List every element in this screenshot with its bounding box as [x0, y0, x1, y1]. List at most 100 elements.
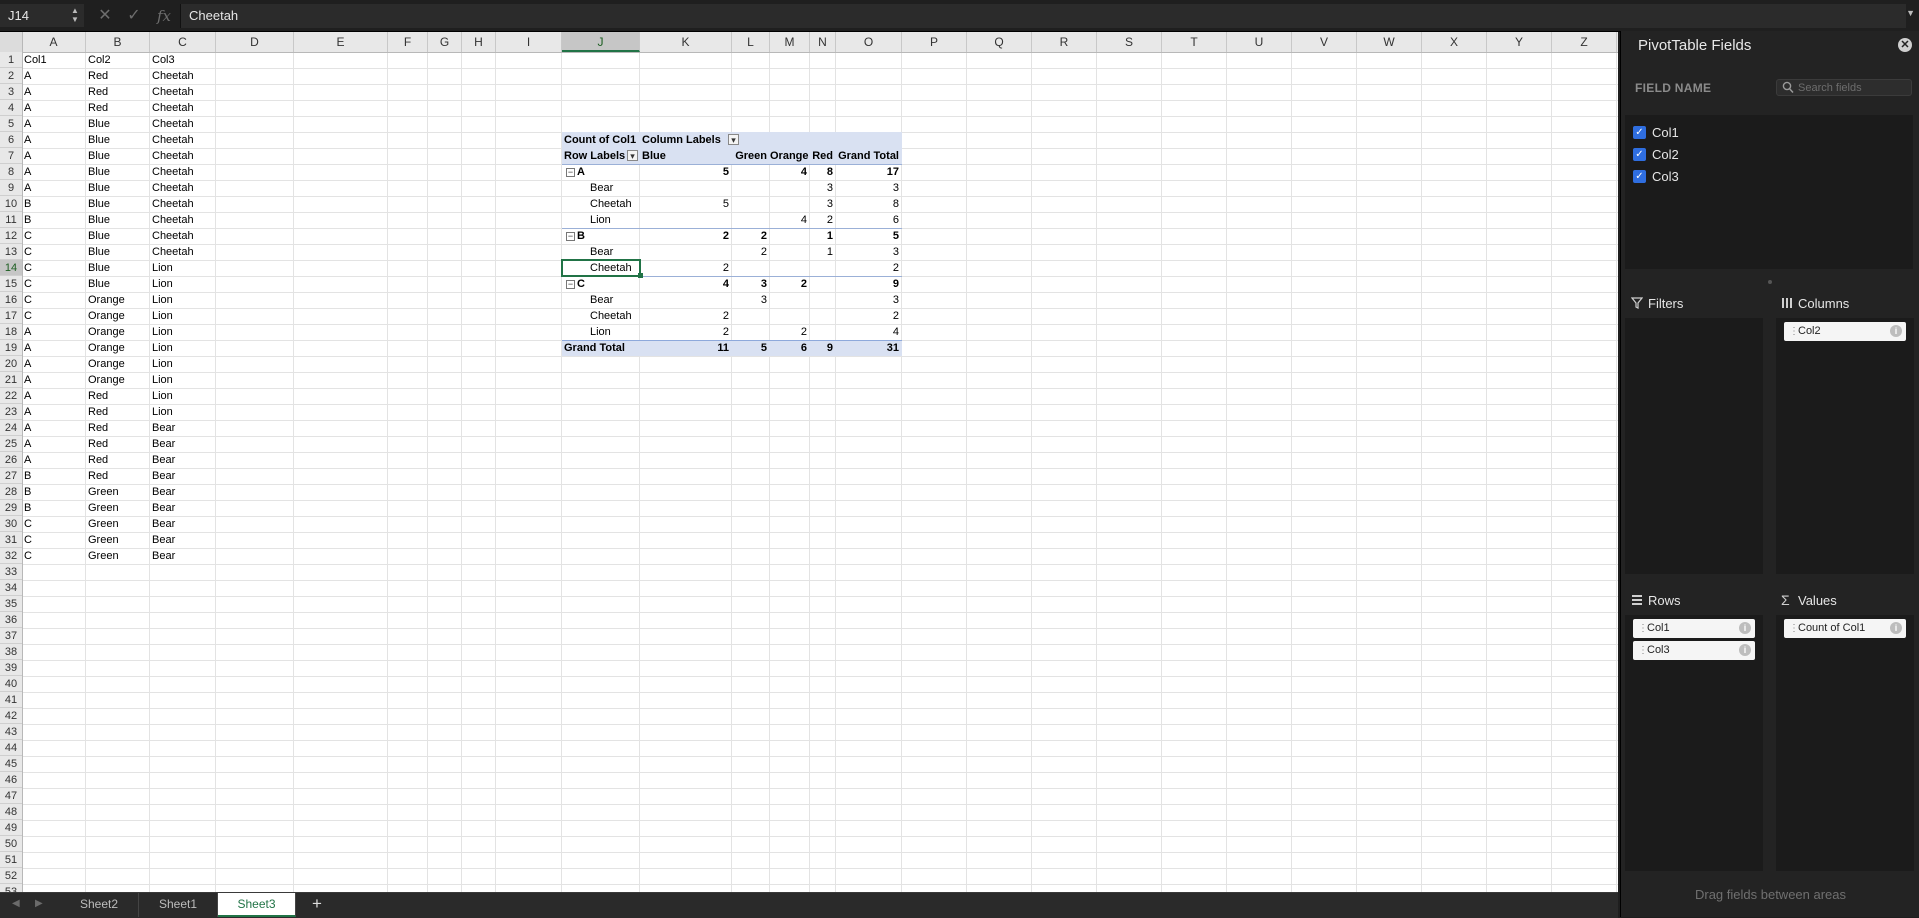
pivot-value-cell[interactable]: 2 — [836, 260, 902, 276]
cell-c14[interactable]: Lion — [150, 260, 216, 276]
pivot-value-cell[interactable] — [640, 292, 732, 308]
pivot-grand-total-cell[interactable]: 9 — [810, 340, 836, 356]
cell-a25[interactable]: A — [22, 436, 86, 452]
pivot-value-cell[interactable]: 5 — [836, 228, 902, 244]
row-header-12[interactable]: 12 — [0, 228, 22, 244]
cell-c23[interactable]: Lion — [150, 404, 216, 420]
row-header-25[interactable]: 25 — [0, 436, 22, 452]
pivot-value-cell[interactable]: 9 — [836, 276, 902, 292]
cell-c28[interactable]: Bear — [150, 484, 216, 500]
cell-b11[interactable]: Blue — [86, 212, 150, 228]
pivot-value-cell[interactable]: 2 — [640, 228, 732, 244]
row-header-5[interactable]: 5 — [0, 116, 22, 132]
cell-b25[interactable]: Red — [86, 436, 150, 452]
cell-b32[interactable]: Green — [86, 548, 150, 564]
formula-input[interactable]: Cheetah — [180, 4, 1906, 28]
cell-a9[interactable]: A — [22, 180, 86, 196]
prev-sheet-icon[interactable]: ◀ — [12, 898, 20, 909]
cell-a24[interactable]: A — [22, 420, 86, 436]
cell-a12[interactable]: C — [22, 228, 86, 244]
rows-item-col1[interactable]: ⋮ Col1 i — [1633, 619, 1755, 638]
cell-b23[interactable]: Red — [86, 404, 150, 420]
column-header-l[interactable]: L — [732, 32, 770, 52]
columns-item-col2[interactable]: ⋮ Col2 i — [1784, 322, 1906, 341]
cell-a10[interactable]: B — [22, 196, 86, 212]
pivot-column-labels[interactable]: Column Labels — [642, 132, 721, 148]
column-header-z[interactable]: Z — [1552, 32, 1617, 52]
column-labels-filter-icon[interactable]: ▾ — [728, 134, 739, 145]
pivot-value-cell[interactable] — [770, 292, 810, 308]
pivot-value-cell[interactable]: 2 — [640, 324, 732, 340]
cell-b30[interactable]: Green — [86, 516, 150, 532]
rows-item-col3[interactable]: ⋮ Col3 i — [1633, 641, 1755, 660]
pivot-value-cell[interactable]: 4 — [640, 276, 732, 292]
cell-b22[interactable]: Red — [86, 388, 150, 404]
drag-handle-icon[interactable]: ⋮ — [1638, 619, 1648, 638]
checkbox-checked-icon[interactable]: ✓ — [1633, 170, 1646, 184]
pivot-row-label[interactable]: Cheetah — [590, 308, 632, 324]
column-header-x[interactable]: X — [1422, 32, 1487, 52]
cell-b7[interactable]: Blue — [86, 148, 150, 164]
cell-c24[interactable]: Bear — [150, 420, 216, 436]
row-header-49[interactable]: 49 — [0, 820, 22, 836]
cell-b31[interactable]: Green — [86, 532, 150, 548]
pivot-value-cell[interactable] — [640, 180, 732, 196]
cell-b29[interactable]: Green — [86, 500, 150, 516]
column-header-v[interactable]: V — [1292, 32, 1357, 52]
row-header-36[interactable]: 36 — [0, 612, 22, 628]
row-header-1[interactable]: 1 — [0, 52, 22, 68]
column-header-u[interactable]: U — [1227, 32, 1292, 52]
pivot-col-header-orange[interactable]: Orange — [770, 148, 810, 164]
row-header-15[interactable]: 15 — [0, 276, 22, 292]
pivot-value-cell[interactable]: 2 — [770, 324, 810, 340]
cell-c26[interactable]: Bear — [150, 452, 216, 468]
column-header-g[interactable]: G — [428, 32, 462, 52]
pivot-row-label[interactable]: Bear — [590, 180, 613, 196]
cell-a19[interactable]: A — [22, 340, 86, 356]
pivot-value-cell[interactable] — [732, 212, 770, 228]
pivot-row-label[interactable]: Lion — [590, 324, 611, 340]
pivot-value-cell[interactable] — [810, 276, 836, 292]
next-sheet-icon[interactable]: ▶ — [35, 898, 43, 909]
rows-area[interactable]: ⋮ Col1 i ⋮ Col3 i — [1625, 615, 1763, 871]
row-header-53[interactable]: 53 — [0, 884, 22, 892]
cell-a32[interactable]: C — [22, 548, 86, 564]
pivot-value-cell[interactable] — [640, 244, 732, 260]
column-header-b[interactable]: B — [86, 32, 150, 52]
pivot-col-header-grand-total[interactable]: Grand Total — [836, 148, 902, 164]
cell-b1[interactable]: Col2 — [86, 52, 150, 68]
cell-c21[interactable]: Lion — [150, 372, 216, 388]
enter-icon[interactable]: ✓ — [124, 6, 144, 26]
pivot-value-cell[interactable] — [732, 164, 770, 180]
row-labels-filter-icon[interactable]: ▾ — [627, 150, 638, 161]
pivot-value-cell[interactable]: 4 — [770, 164, 810, 180]
pivot-row-label[interactable]: Lion — [590, 212, 611, 228]
pivot-value-cell[interactable] — [732, 308, 770, 324]
name-box-stepper-icon[interactable]: ▲ ▼ — [70, 6, 80, 26]
cell-a26[interactable]: A — [22, 452, 86, 468]
chevron-down-icon[interactable]: ▼ — [1906, 8, 1915, 18]
row-header-23[interactable]: 23 — [0, 404, 22, 420]
row-header-19[interactable]: 19 — [0, 340, 22, 356]
pivot-row-label[interactable]: Bear — [590, 244, 613, 260]
pivot-value-cell[interactable] — [770, 260, 810, 276]
column-header-q[interactable]: Q — [967, 32, 1032, 52]
row-header-17[interactable]: 17 — [0, 308, 22, 324]
cell-c27[interactable]: Bear — [150, 468, 216, 484]
row-header-43[interactable]: 43 — [0, 724, 22, 740]
column-header-a[interactable]: A — [22, 32, 86, 52]
select-all-corner[interactable] — [0, 32, 23, 52]
pivot-value-cell[interactable] — [770, 244, 810, 260]
cell-c8[interactable]: Cheetah — [150, 164, 216, 180]
row-header-37[interactable]: 37 — [0, 628, 22, 644]
cell-a20[interactable]: A — [22, 356, 86, 372]
cell-c19[interactable]: Lion — [150, 340, 216, 356]
cell-b10[interactable]: Blue — [86, 196, 150, 212]
row-header-51[interactable]: 51 — [0, 852, 22, 868]
pivot-value-cell[interactable] — [810, 308, 836, 324]
pivot-value-cell[interactable] — [732, 324, 770, 340]
cell-b24[interactable]: Red — [86, 420, 150, 436]
cell-a3[interactable]: A — [22, 84, 86, 100]
row-header-26[interactable]: 26 — [0, 452, 22, 468]
column-header-t[interactable]: T — [1162, 32, 1227, 52]
